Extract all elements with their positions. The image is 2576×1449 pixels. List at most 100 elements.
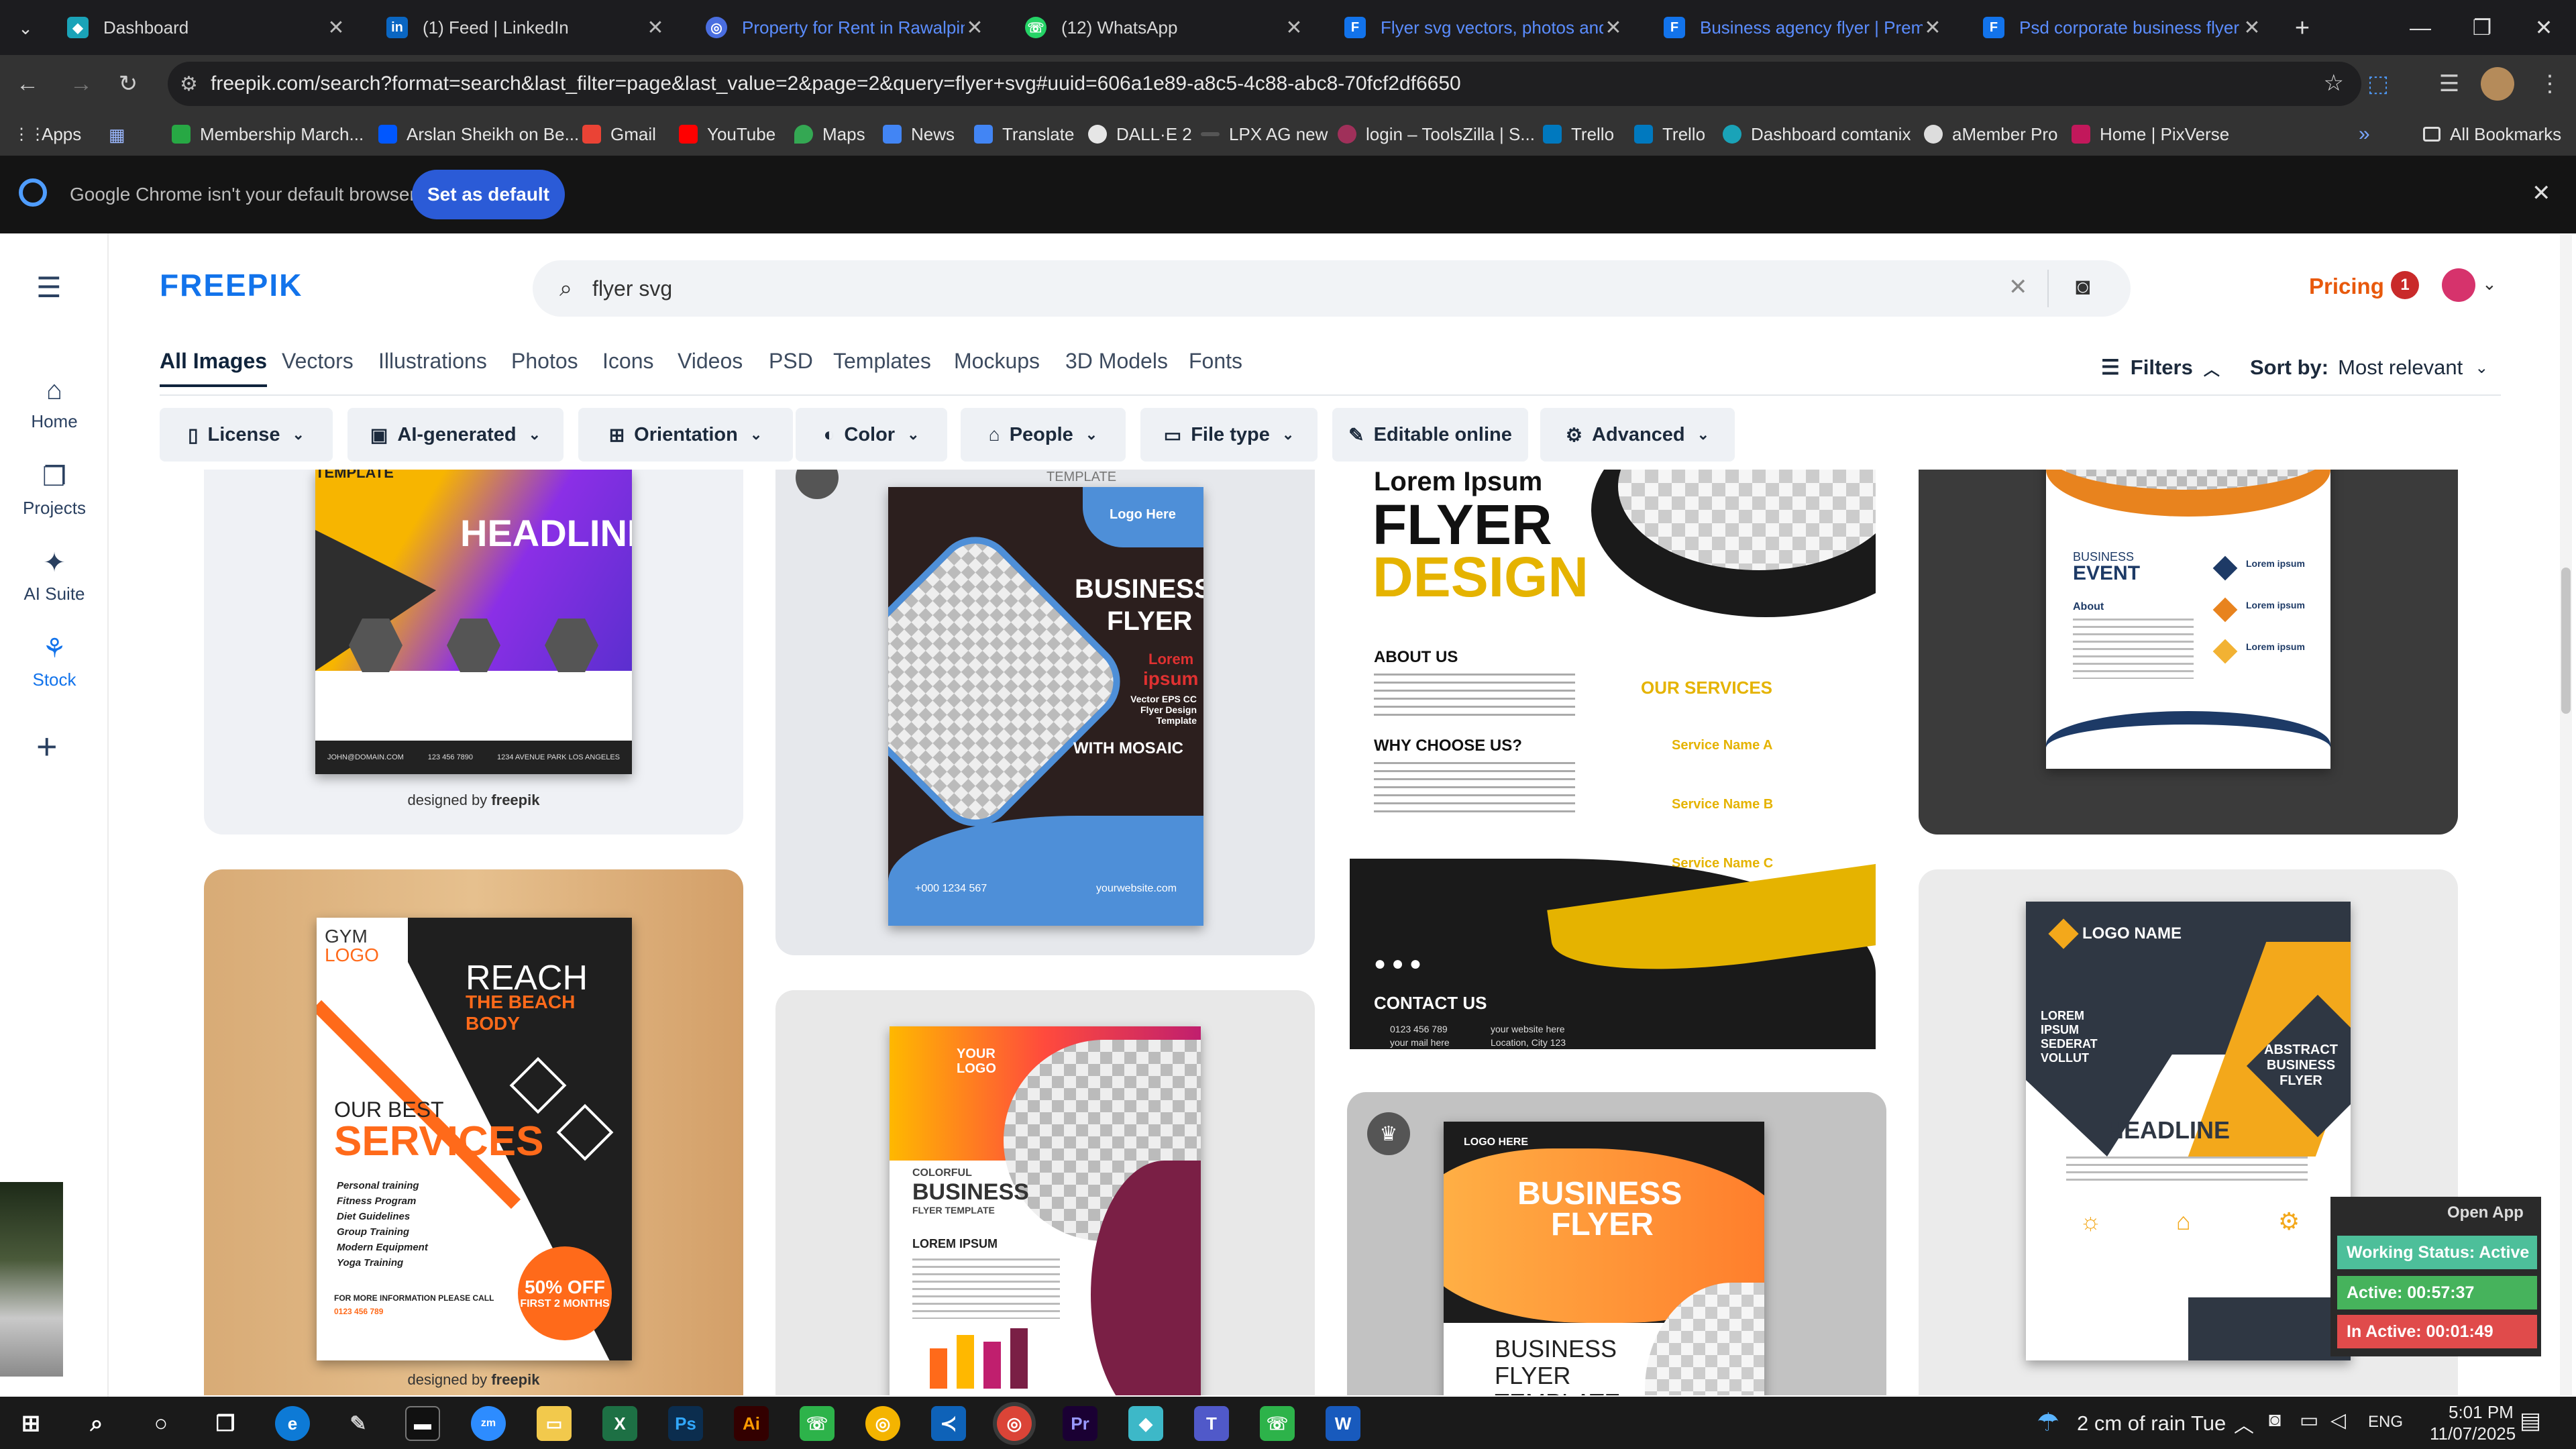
sidebar-item-projects[interactable]: ❐ Projects — [0, 462, 109, 519]
tab-photos[interactable]: Photos — [511, 349, 578, 374]
bookmark-maps[interactable]: Maps — [794, 119, 865, 149]
illustrator-icon[interactable]: Ai — [734, 1406, 769, 1441]
excel-icon[interactable]: X — [602, 1406, 637, 1441]
tab-psd[interactable]: PSD — [769, 349, 813, 374]
cortana-icon[interactable]: ○ — [144, 1406, 178, 1441]
tray-chevron-icon[interactable]: ︿ — [2234, 1409, 2254, 1438]
tab-illustrations[interactable]: Illustrations — [378, 349, 487, 374]
volume-icon[interactable]: ◁ — [2330, 1409, 2346, 1432]
media-control-icon[interactable]: ☰ — [2432, 67, 2466, 101]
vpn-icon[interactable]: ◆ — [1128, 1406, 1163, 1441]
zoom-icon[interactable]: zm — [471, 1406, 506, 1441]
photoshop-icon[interactable]: Ps — [668, 1406, 703, 1441]
terminal-icon[interactable]: ▬ — [405, 1406, 440, 1441]
ai-generated-filter[interactable]: ▣ AI-generated ⌄ — [347, 408, 564, 462]
all-bookmarks[interactable]: All Bookmarks — [2423, 119, 2561, 149]
editable-online-filter[interactable]: ✎ Editable online — [1332, 408, 1528, 462]
search-icon[interactable]: ⌕ — [79, 1406, 114, 1441]
advanced-filter[interactable]: ⚙ Advanced ⌄ — [1540, 408, 1735, 462]
tab-whatsapp[interactable]: ☏ (12) WhatsApp ✕ — [1006, 5, 1316, 50]
chevron-down-icon[interactable]: ⌄ — [2482, 274, 2497, 294]
tab-videos[interactable]: Videos — [678, 349, 743, 374]
clock-time[interactable]: 5:01 PM — [2449, 1402, 2514, 1423]
extensions-icon[interactable]: ⬚ — [2361, 67, 2395, 101]
bookmark-amember[interactable]: aMember Pro — [1924, 119, 2058, 149]
sidebar-item-ai-suite[interactable]: ✦ AI Suite — [0, 547, 109, 604]
close-icon[interactable]: ✕ — [326, 16, 346, 40]
word-icon[interactable]: W — [1326, 1406, 1360, 1441]
pricing-link[interactable]: Pricing — [2309, 274, 2384, 299]
open-app-link[interactable]: Open App — [2447, 1203, 2524, 1222]
more-bookmarks-icon[interactable]: » — [2359, 119, 2370, 149]
result-card[interactable]: ♛ LOGO HERE BUSINESS FLYER BUSINESS FLYE… — [1347, 1092, 1886, 1395]
profile-avatar[interactable] — [2481, 67, 2514, 101]
filters-toggle[interactable]: ☰ Filters ︿ — [2101, 356, 2220, 380]
add-icon[interactable]: + — [36, 726, 58, 767]
edge-icon[interactable]: e — [275, 1406, 310, 1441]
bookmark-apps[interactable]: ⋮⋮ Apps — [13, 119, 81, 149]
clear-search-icon[interactable]: ✕ — [2008, 274, 2028, 301]
close-icon[interactable]: ✕ — [2532, 180, 2551, 207]
premiere-icon[interactable]: Pr — [1063, 1406, 1097, 1441]
bookmark-dalle[interactable]: DALL·E 2 — [1088, 119, 1192, 149]
search-input[interactable]: flyer svg — [592, 276, 672, 301]
reload-icon[interactable]: ↻ — [111, 67, 145, 101]
tab-all-images[interactable]: All Images — [160, 349, 268, 387]
tab-vectors[interactable]: Vectors — [282, 349, 354, 374]
bookmark-news[interactable]: News — [883, 119, 955, 149]
language-indicator[interactable]: ENG — [2368, 1413, 2403, 1432]
notification-badge[interactable]: 1 — [2391, 271, 2419, 299]
set-as-default-button[interactable]: Set as default — [412, 170, 565, 219]
weather-icon[interactable]: ☂ — [2037, 1407, 2059, 1438]
browser-menu-icon[interactable]: ⋮ — [2533, 67, 2567, 101]
bookmark-lpx[interactable]: LPX AG new — [1201, 119, 1328, 149]
bookmark-dashboard-comtanix[interactable]: Dashboard comtanix — [1723, 119, 1911, 149]
people-filter[interactable]: ⌂ People ⌄ — [961, 408, 1126, 462]
close-icon[interactable]: ✕ — [1923, 16, 1943, 40]
result-card[interactable]: Lorem Ipsum FLYER DESIGN ABOUT US WHY CH… — [1350, 470, 1876, 1049]
close-icon[interactable]: ✕ — [1284, 16, 1304, 40]
bookmark-trello-2[interactable]: Trello — [1634, 119, 1705, 149]
chrome-active-icon[interactable]: ◎ — [997, 1406, 1032, 1441]
tab-search-chevron-icon[interactable]: ⌄ — [11, 13, 40, 43]
weather-text[interactable]: 2 cm of rain Tue — [2077, 1411, 2226, 1436]
bookmark-translate[interactable]: Translate — [974, 119, 1074, 149]
close-icon[interactable]: ✕ — [2242, 16, 2262, 40]
orientation-filter[interactable]: ⊞ Orientation ⌄ — [578, 408, 793, 462]
bookmark-star-icon[interactable]: ☆ — [2324, 70, 2344, 97]
color-filter[interactable]: ◐ Color ⌄ — [796, 408, 947, 462]
tab-linkedin[interactable]: in (1) Feed | LinkedIn ✕ — [368, 5, 678, 50]
file-type-filter[interactable]: ▭ File type ⌄ — [1140, 408, 1318, 462]
bookmark-gmail[interactable]: Gmail — [582, 119, 656, 149]
file-explorer-icon[interactable]: ▭ — [537, 1406, 572, 1441]
site-info-icon[interactable]: ⚙ — [180, 72, 198, 96]
sidebar-item-home[interactable]: ⌂ Home — [0, 376, 109, 432]
bookmark-trello-1[interactable]: Trello — [1543, 119, 1614, 149]
bookmark-grid[interactable]: ▦ — [109, 119, 137, 149]
forward-icon[interactable]: → — [64, 67, 98, 101]
hamburger-menu-icon[interactable]: ☰ — [36, 271, 62, 304]
new-tab-button[interactable]: + — [2284, 9, 2321, 47]
bookmark-youtube[interactable]: YouTube — [679, 119, 775, 149]
tab-business-agency[interactable]: F Business agency flyer | Premium ✕ — [1645, 5, 1955, 50]
close-icon[interactable]: ✕ — [1603, 16, 1623, 40]
camera-icon[interactable]: ◙ — [2076, 272, 2090, 301]
tab-property[interactable]: ◎ Property for Rent in Rawalpindi ✕ — [687, 5, 997, 50]
camera-icon[interactable]: ◙ — [2269, 1409, 2281, 1432]
result-card[interactable]: YOUR LOGO COLORFUL BUSINESS FLYER TEMPLA… — [775, 990, 1315, 1395]
vscode-icon[interactable]: ≺ — [931, 1406, 966, 1441]
tab-mockups[interactable]: Mockups — [954, 349, 1040, 374]
network-icon[interactable]: ▭ — [2300, 1409, 2318, 1432]
bookmark-membership[interactable]: Membership March... — [172, 119, 364, 149]
restore-button[interactable]: ❐ — [2451, 0, 2513, 55]
tab-fonts[interactable]: Fonts — [1189, 349, 1242, 374]
result-card[interactable]: GYM LOGO REACH THE BEACH BODY OUR BEST S… — [204, 869, 743, 1395]
tab-3d-models[interactable]: 3D Models — [1065, 349, 1168, 374]
sidebar-item-stock[interactable]: ⚘ Stock — [0, 633, 109, 690]
clock-date[interactable]: 11/07/2025 — [2430, 1424, 2516, 1444]
tab-icons[interactable]: Icons — [602, 349, 653, 374]
teams-icon[interactable]: T — [1194, 1406, 1229, 1441]
license-filter[interactable]: ▯ License ⌄ — [160, 408, 333, 462]
pen-tool-icon[interactable]: ✎ — [341, 1406, 376, 1441]
search-bar[interactable]: ⌕ flyer svg ✕ ◙ — [533, 260, 2131, 317]
